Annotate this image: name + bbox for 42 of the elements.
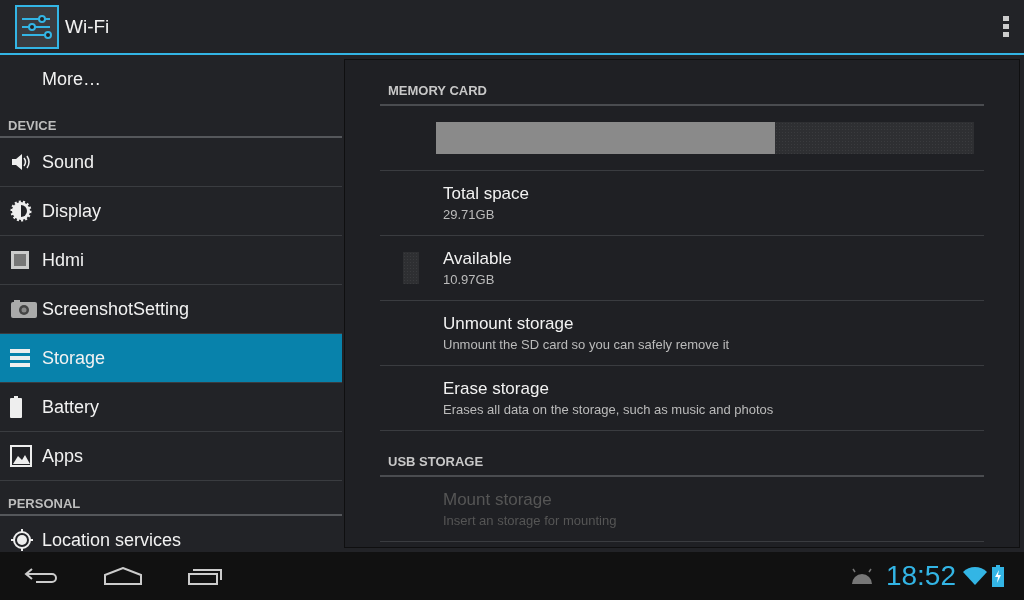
android-icon	[849, 568, 874, 584]
sidebar-item[interactable]: Hdmi	[0, 236, 342, 285]
preference-row[interactable]: Available 10.97GB	[380, 236, 984, 301]
preference-title: Total space	[443, 184, 529, 204]
clock-time: 18:52	[885, 560, 956, 592]
preference-summary: 29.71GB	[443, 207, 496, 222]
screen-title: Wi-Fi	[65, 15, 111, 38]
storage-icon	[10, 349, 30, 367]
apps-icon	[10, 445, 32, 467]
sidebar-item[interactable]: Storage	[0, 334, 342, 383]
sidebar-item[interactable]: Battery	[0, 383, 342, 432]
preference-row[interactable]: Total space 29.71GB	[380, 171, 984, 236]
preference-title: Unmount storage	[443, 314, 575, 334]
camera-icon	[10, 299, 38, 319]
preference-title: Erase storage	[443, 379, 550, 399]
section-header: PERSONAL	[8, 496, 81, 511]
battery-charging-icon	[992, 565, 1004, 587]
preference-summary: 10.97GB	[443, 272, 496, 287]
brightness-icon	[10, 200, 32, 222]
battery-icon	[10, 396, 22, 418]
recent-apps-icon[interactable]	[188, 567, 224, 585]
preference-row[interactable]: Erase storage Erases all data on the storage, such as music and photos	[380, 366, 984, 431]
section-header: USB STORAGE	[388, 454, 484, 469]
preference-row[interactable]: Unmount storage Unmount the SD card so you can safely remove it	[380, 301, 984, 366]
sidebar-item[interactable]: Display	[0, 187, 342, 236]
home-button-icon[interactable]	[104, 567, 142, 585]
preference-summary: Erases all data on the storage, such as music and photos	[443, 402, 774, 417]
free-space-legend-swatch	[403, 252, 419, 284]
section-header: DEVICE	[8, 118, 57, 133]
sidebar-item[interactable]: Apps	[0, 432, 342, 481]
location-icon	[10, 528, 34, 552]
sidebar-item[interactable]: More…	[0, 55, 342, 103]
back-button-icon[interactable]	[24, 567, 58, 585]
settings-app-icon[interactable]	[15, 4, 59, 49]
speaker-icon	[10, 152, 32, 172]
preference-summary: Unmount the SD card so you can safely remove it	[443, 337, 730, 352]
sidebar-item[interactable]: Sound	[0, 138, 342, 187]
preference-title: Available	[443, 249, 512, 269]
overflow-menu-icon[interactable]	[1002, 14, 1010, 39]
wifi-signal-icon	[962, 566, 988, 586]
section-header: MEMORY CARD	[388, 83, 487, 98]
monitor-icon	[10, 250, 30, 270]
